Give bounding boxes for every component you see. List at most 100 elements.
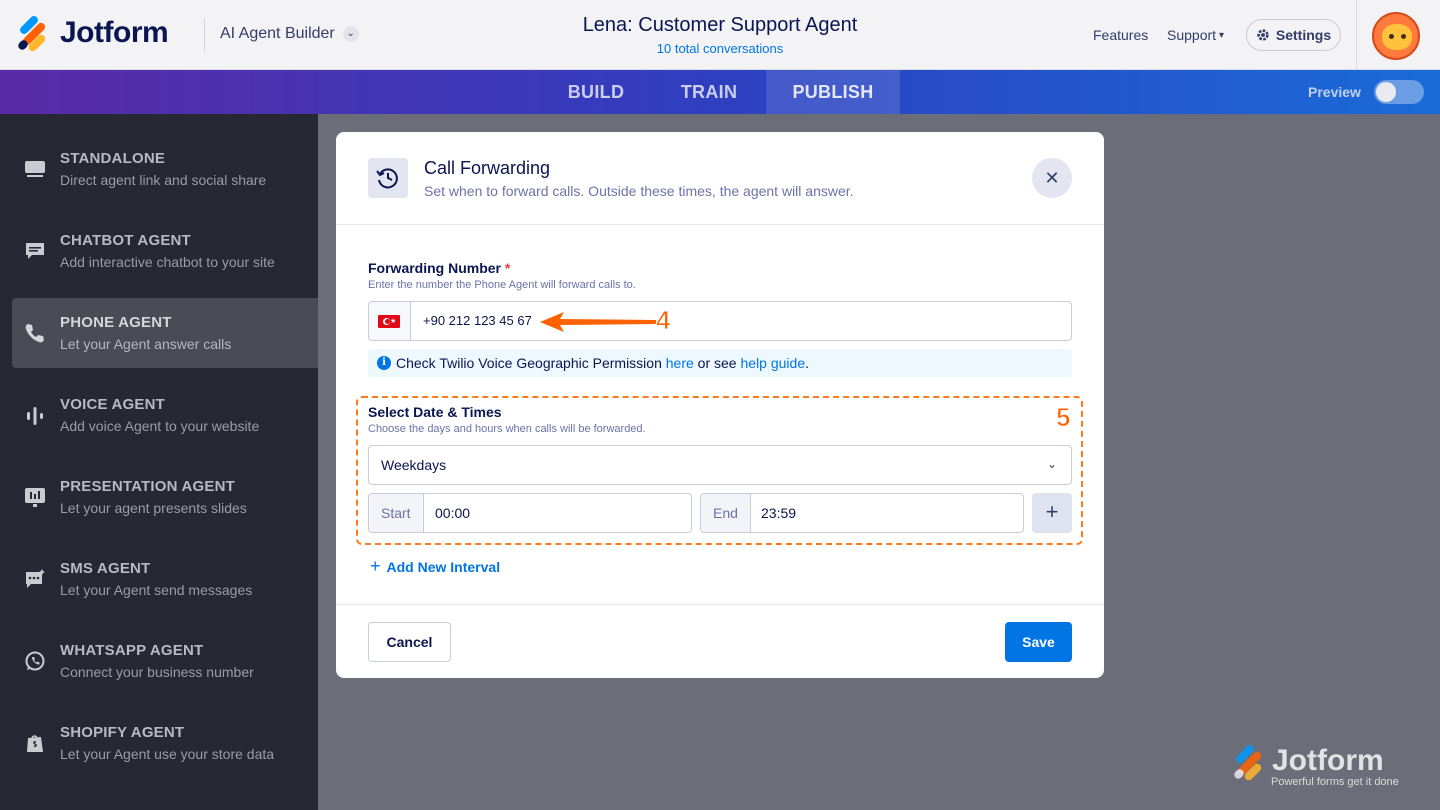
jotform-watermark: Jotform Powerful forms get it done	[1232, 743, 1414, 794]
history-clock-icon	[368, 158, 408, 198]
support-label: Support	[1167, 27, 1217, 43]
add-time-button[interactable]: +	[1032, 493, 1072, 533]
tab-publish[interactable]: PUBLISH	[766, 70, 900, 114]
info-text: Check Twilio Voice Geographic Permission…	[396, 355, 810, 371]
start-time-input[interactable]: 00:00	[435, 494, 470, 532]
annotation-step-4: 4	[655, 305, 671, 336]
plus-icon: +	[1045, 499, 1059, 524]
preview-label: Preview	[1308, 84, 1361, 100]
avatar-eye	[1389, 34, 1394, 39]
sidebar-item-desc: Let your Agent send messages	[60, 582, 253, 598]
presentation-icon	[25, 488, 45, 507]
modal-footer-divider	[336, 604, 1104, 605]
sidebar-item-sms[interactable]: SMS AGENT Let your Agent send messages	[12, 544, 318, 614]
sidebar-item-desc: Let your agent presents slides	[60, 500, 247, 516]
jotform-logo[interactable]: Jotform	[16, 14, 169, 53]
forwarding-number-label-text: Forwarding Number	[368, 260, 502, 276]
sidebar-item-standalone[interactable]: STANDALONE Direct agent link and social …	[12, 134, 318, 204]
sidebar-item-title: STANDALONE	[60, 150, 166, 167]
forwarding-number-hint: Enter the number the Phone Agent will fo…	[368, 279, 636, 291]
forwarding-number-label: Forwarding Number *	[368, 260, 510, 276]
sidebar-item-desc: Let your Agent use your store data	[60, 746, 275, 762]
tab-build[interactable]: BUILD	[548, 70, 644, 114]
sidebar-item-desc: Let your Agent answer calls	[60, 336, 232, 352]
conversations-link[interactable]: 10 total conversations	[520, 41, 920, 56]
sidebar-item-desc: Add interactive chatbot to your site	[60, 254, 275, 270]
sidebar-item-title: VOICE AGENT	[60, 396, 165, 413]
add-new-interval-button[interactable]: + Add New Interval	[370, 556, 500, 577]
add-interval-label: Add New Interval	[386, 558, 501, 575]
header-divider	[204, 18, 205, 52]
modal-title: Call Forwarding	[424, 158, 551, 178]
info-icon: i	[377, 356, 391, 370]
start-label: Start	[369, 494, 424, 532]
sidebar-item-chatbot[interactable]: CHATBOT AGENT Add interactive chatbot to…	[12, 216, 318, 286]
monitor-icon	[25, 161, 45, 177]
sidebar-item-desc: Direct agent link and social share	[60, 172, 267, 188]
builder-label: AI Agent Builder	[220, 25, 335, 42]
required-mark: *	[504, 260, 511, 276]
settings-button[interactable]: Settings	[1246, 19, 1341, 51]
annotation-step-5: 5	[1055, 402, 1071, 433]
call-forwarding-modal: Call Forwarding Set when to forward call…	[336, 132, 1104, 678]
sidebar-item-presentation[interactable]: PRESENTATION AGENT Let your agent presen…	[12, 462, 318, 532]
sms-icon	[26, 569, 45, 588]
annotation-arrow	[540, 312, 656, 332]
avatar-eye	[1401, 34, 1406, 39]
watermark-tagline: Powerful forms get it done	[1271, 776, 1399, 788]
save-button[interactable]: Save	[1005, 622, 1072, 662]
twilio-info-banner: i Check Twilio Voice Geographic Permissi…	[368, 349, 1072, 377]
start-time-field: Start 00:00	[368, 493, 692, 533]
features-link[interactable]: Features	[1093, 27, 1148, 43]
sidebar-item-desc: Add voice Agent to your website	[60, 418, 260, 434]
voice-wave-icon	[27, 407, 43, 425]
chevron-down-icon: ⌄	[342, 26, 359, 42]
country-selector[interactable]: ★	[369, 302, 411, 340]
preview-toggle[interactable]	[1374, 80, 1424, 104]
modal-header: Call Forwarding Set when to forward call…	[336, 132, 1104, 225]
builder-dropdown[interactable]: AI Agent Builder ⌄	[220, 25, 359, 43]
turkey-flag-icon: ★	[378, 315, 400, 328]
jotform-logo-icon	[1232, 743, 1266, 782]
support-menu[interactable]: Support ▾	[1167, 27, 1224, 43]
agent-title[interactable]: Lena: Customer Support Agent	[520, 14, 920, 37]
whatsapp-icon	[25, 651, 45, 671]
days-select[interactable]: Weekdays ⌄	[368, 445, 1072, 485]
close-icon: ✕	[1044, 168, 1060, 188]
plus-icon: +	[370, 556, 381, 576]
date-times-label: Select Date & Times	[368, 404, 502, 420]
cancel-button[interactable]: Cancel	[368, 622, 451, 662]
top-header: Jotform AI Agent Builder ⌄ Lena: Custome…	[0, 0, 1440, 70]
here-link[interactable]: here	[666, 355, 694, 371]
logo-text: Jotform	[60, 16, 169, 49]
end-time-input[interactable]: 23:59	[761, 494, 796, 532]
shopify-bag-icon	[27, 735, 43, 752]
sidebar-item-title: SMS AGENT	[60, 560, 151, 577]
settings-label: Settings	[1275, 27, 1332, 43]
jotform-logo-icon	[16, 14, 50, 53]
sidebar-item-title: WHATSAPP AGENT	[60, 642, 204, 659]
sidebar: STANDALONE Direct agent link and social …	[0, 114, 318, 810]
sidebar-item-shopify[interactable]: SHOPIFY AGENT Let your Agent use your st…	[12, 708, 318, 778]
sidebar-item-title: PRESENTATION AGENT	[60, 478, 235, 495]
date-times-hint: Choose the days and hours when calls wil…	[368, 423, 646, 435]
sidebar-item-whatsapp[interactable]: WHATSAPP AGENT Connect your business num…	[12, 626, 318, 696]
toggle-knob	[1376, 82, 1396, 102]
header-divider	[1356, 0, 1357, 70]
sidebar-item-phone[interactable]: PHONE AGENT Let your Agent answer calls	[12, 298, 318, 368]
tab-train[interactable]: TRAIN	[654, 70, 764, 114]
phone-number-field: ★ +90 212 123 45 67	[368, 301, 1072, 341]
phone-icon	[25, 324, 44, 343]
sidebar-item-title: PHONE AGENT	[60, 314, 172, 331]
gear-icon	[1257, 29, 1269, 41]
watermark-text: Jotform	[1272, 744, 1384, 777]
sidebar-item-voice[interactable]: VOICE AGENT Add voice Agent to your webs…	[12, 380, 318, 450]
end-time-field: End 23:59	[700, 493, 1024, 533]
avatar-face	[1382, 24, 1412, 50]
sidebar-item-desc: Connect your business number	[60, 664, 254, 680]
avatar[interactable]	[1372, 12, 1420, 60]
builder-tabs: BUILD TRAIN PUBLISH	[0, 70, 1440, 114]
chat-icon	[26, 243, 44, 259]
close-button[interactable]: ✕	[1032, 158, 1072, 198]
help-guide-link[interactable]: help guide	[741, 355, 806, 371]
